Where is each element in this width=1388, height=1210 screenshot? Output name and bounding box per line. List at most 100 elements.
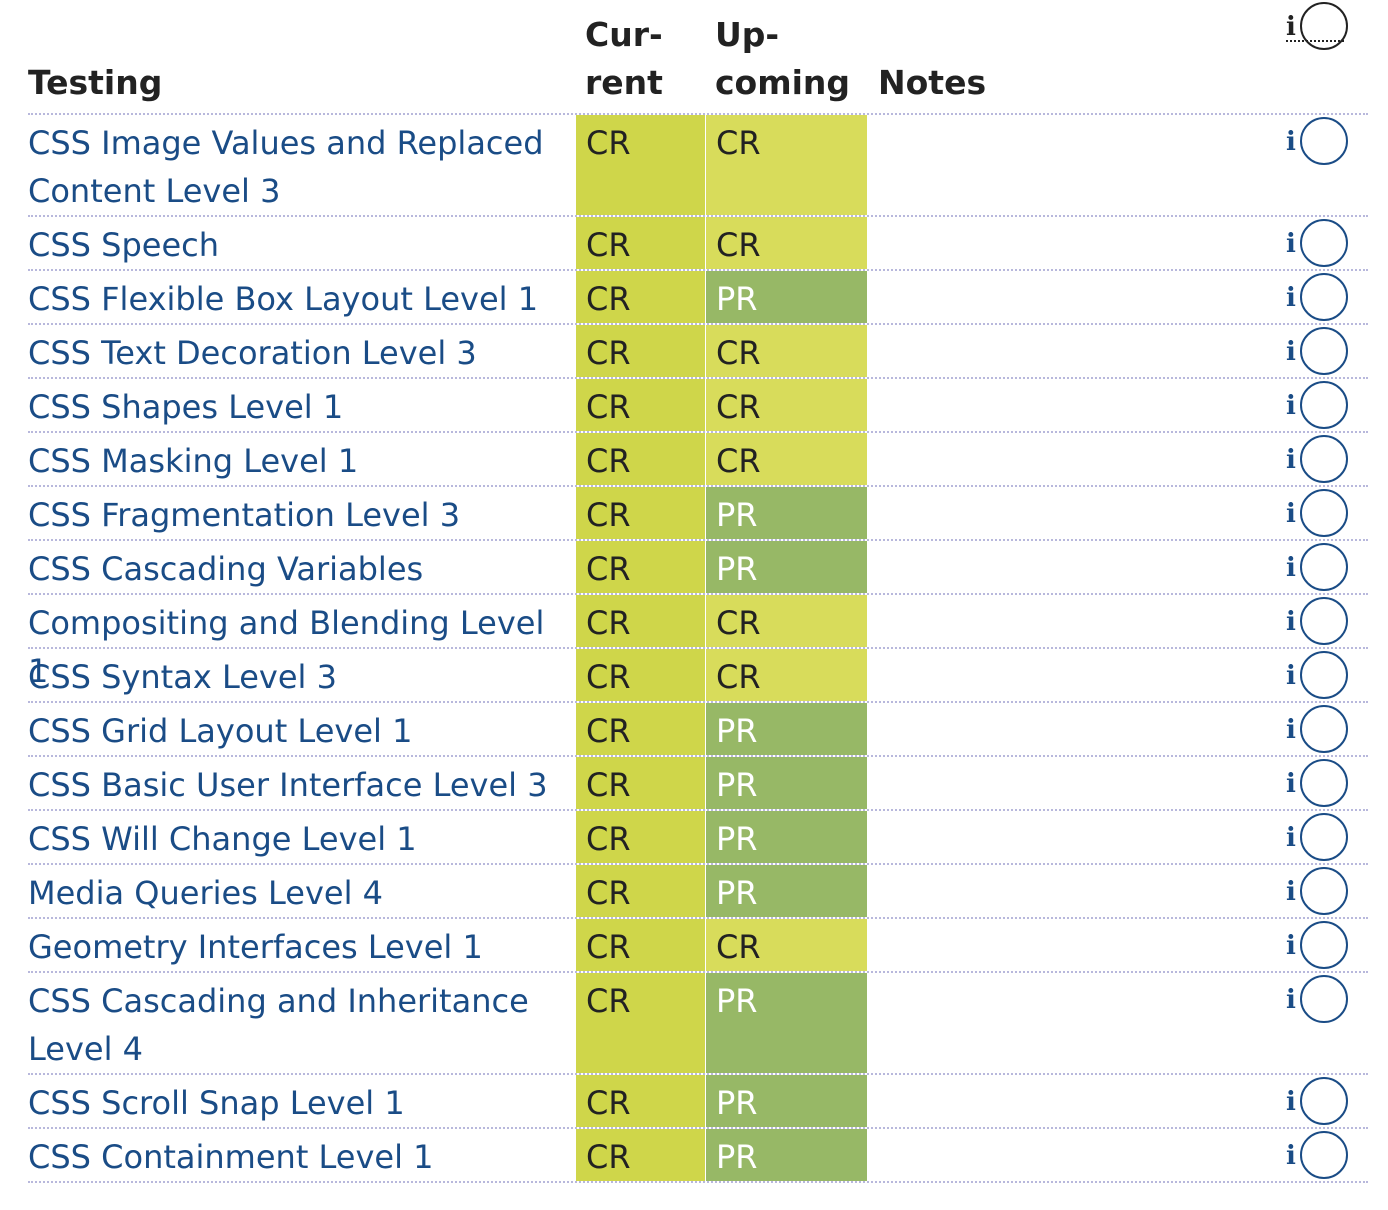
toggle-circle-icon[interactable] bbox=[1300, 435, 1348, 483]
spec-link[interactable]: CSS Basic User Interface Level 3 bbox=[28, 761, 548, 809]
info-icon: i bbox=[1286, 229, 1296, 259]
current-status-cell: CR bbox=[576, 325, 705, 377]
spec-link[interactable]: CSS Text Decoration Level 3 bbox=[28, 329, 548, 377]
info-toggle[interactable]: i bbox=[1286, 649, 1366, 699]
info-toggle[interactable]: i bbox=[1286, 919, 1366, 969]
spec-link[interactable]: CSS Speech bbox=[28, 221, 548, 269]
info-toggle[interactable]: i bbox=[1286, 541, 1366, 591]
header-info-toggle[interactable]: i bbox=[1286, 0, 1366, 50]
info-toggle[interactable]: i bbox=[1286, 487, 1366, 537]
header-testing: Testing bbox=[28, 63, 163, 102]
upcoming-status-cell: PR bbox=[706, 973, 867, 1073]
spec-link[interactable]: CSS Containment Level 1 bbox=[28, 1133, 548, 1181]
info-icon: i bbox=[1286, 877, 1296, 907]
spec-link[interactable]: CSS Fragmentation Level 3 bbox=[28, 491, 548, 539]
spec-link-line1: CSS Speech bbox=[28, 226, 220, 264]
toggle-circle-icon[interactable] bbox=[1300, 381, 1348, 429]
spec-link[interactable]: CSS Will Change Level 1 bbox=[28, 815, 548, 863]
toggle-circle-icon[interactable] bbox=[1300, 867, 1348, 915]
spec-link[interactable]: CSS Syntax Level 3 bbox=[28, 653, 548, 701]
upcoming-status-cell: CR bbox=[706, 115, 867, 215]
spec-link-line2: Content Level 3 bbox=[28, 172, 281, 210]
current-status-cell: CR bbox=[576, 649, 705, 701]
spec-link[interactable]: CSS Scroll Snap Level 1 bbox=[28, 1079, 548, 1127]
toggle-circle-icon[interactable] bbox=[1300, 759, 1348, 807]
toggle-circle-icon[interactable] bbox=[1300, 651, 1348, 699]
toggle-circle-icon[interactable] bbox=[1300, 921, 1348, 969]
upcoming-status-cell: CR bbox=[706, 595, 867, 647]
info-toggle[interactable]: i bbox=[1286, 379, 1366, 429]
current-status: CR bbox=[586, 550, 631, 588]
info-icon: i bbox=[1286, 337, 1296, 367]
upcoming-status: CR bbox=[716, 658, 761, 696]
upcoming-status-cell: CR bbox=[706, 649, 867, 701]
current-status: CR bbox=[586, 334, 631, 372]
spec-link-line1: CSS Fragmentation Level 3 bbox=[28, 496, 461, 534]
table-row: CSS Containment Level 1 CR PR i bbox=[28, 1129, 1368, 1183]
upcoming-status-cell: PR bbox=[706, 757, 867, 809]
spec-link[interactable]: CSS Cascading Variables bbox=[28, 545, 548, 593]
info-toggle[interactable]: i bbox=[1286, 115, 1366, 165]
info-toggle[interactable]: i bbox=[1286, 433, 1366, 483]
info-toggle[interactable]: i bbox=[1286, 973, 1366, 1023]
info-toggle[interactable]: i bbox=[1286, 757, 1366, 807]
spec-link[interactable]: CSS Shapes Level 1 bbox=[28, 383, 548, 431]
current-status: CR bbox=[586, 1084, 631, 1122]
current-status: CR bbox=[586, 982, 631, 1020]
info-toggle[interactable]: i bbox=[1286, 217, 1366, 267]
table-row: CSS Cascading Variables CR PR i bbox=[28, 541, 1368, 595]
table-row: CSS Cascading and Inheritance Level 4 CR PR… bbox=[28, 973, 1368, 1075]
current-status: CR bbox=[586, 658, 631, 696]
spec-link[interactable]: CSS Image Values and Replaced Content Lev… bbox=[28, 119, 548, 215]
toggle-circle-icon[interactable] bbox=[1300, 597, 1348, 645]
toggle-circle-icon[interactable] bbox=[1300, 705, 1348, 753]
upcoming-status-cell: CR bbox=[706, 379, 867, 431]
spec-link-line1: CSS Flexible Box Layout Level 1 bbox=[28, 280, 539, 318]
spec-link-line1: CSS Syntax Level 3 bbox=[28, 658, 337, 696]
info-toggle[interactable]: i bbox=[1286, 1129, 1366, 1179]
info-toggle[interactable]: i bbox=[1286, 811, 1366, 861]
spec-link[interactable]: Media Queries Level 4 bbox=[28, 869, 548, 917]
toggle-circle-icon[interactable] bbox=[1300, 489, 1348, 537]
toggle-circle-icon[interactable] bbox=[1300, 1131, 1348, 1179]
current-status-cell: CR bbox=[576, 1075, 705, 1127]
spec-link-line2: Level 4 bbox=[28, 1030, 143, 1068]
info-toggle[interactable]: i bbox=[1286, 1075, 1366, 1125]
spec-link-line1: CSS Shapes Level 1 bbox=[28, 388, 344, 426]
upcoming-status: PR bbox=[716, 766, 758, 804]
spec-link[interactable]: Geometry Interfaces Level 1 bbox=[28, 923, 548, 971]
info-toggle[interactable]: i bbox=[1286, 865, 1366, 915]
table-row: Media Queries Level 4 CR PR i bbox=[28, 865, 1368, 919]
spec-link-line1: CSS Image Values and Replaced bbox=[28, 124, 544, 162]
spec-link[interactable]: CSS Flexible Box Layout Level 1 bbox=[28, 275, 548, 323]
spec-link[interactable]: CSS Masking Level 1 bbox=[28, 437, 548, 485]
toggle-circle-icon[interactable] bbox=[1300, 543, 1348, 591]
toggle-circle-icon[interactable] bbox=[1300, 117, 1348, 165]
spec-link-line1: CSS Basic User Interface Level 3 bbox=[28, 766, 548, 804]
info-toggle[interactable]: i bbox=[1286, 703, 1366, 753]
upcoming-status-cell: CR bbox=[706, 325, 867, 377]
toggle-circle-icon[interactable] bbox=[1300, 219, 1348, 267]
info-toggle[interactable]: i bbox=[1286, 271, 1366, 321]
info-icon: i bbox=[1286, 1141, 1296, 1171]
info-toggle[interactable]: i bbox=[1286, 595, 1366, 645]
current-status-cell: CR bbox=[576, 865, 705, 917]
toggle-circle-icon[interactable] bbox=[1300, 813, 1348, 861]
table-row: CSS Scroll Snap Level 1 CR PR i bbox=[28, 1075, 1368, 1129]
toggle-circle-icon[interactable] bbox=[1300, 273, 1348, 321]
toggle-circle-icon[interactable] bbox=[1300, 2, 1348, 50]
toggle-circle-icon[interactable] bbox=[1300, 327, 1348, 375]
current-status-cell: CR bbox=[576, 217, 705, 269]
upcoming-status-cell: PR bbox=[706, 487, 867, 539]
upcoming-status: CR bbox=[716, 124, 761, 162]
toggle-circle-icon[interactable] bbox=[1300, 1077, 1348, 1125]
info-icon: i bbox=[1286, 823, 1296, 853]
spec-link-line1: CSS Cascading Variables bbox=[28, 550, 424, 588]
info-icon: i bbox=[1286, 12, 1296, 42]
spec-link[interactable]: CSS Cascading and Inheritance Level 4 bbox=[28, 977, 548, 1073]
info-toggle[interactable]: i bbox=[1286, 325, 1366, 375]
table-row: Geometry Interfaces Level 1 CR CR i bbox=[28, 919, 1368, 973]
toggle-circle-icon[interactable] bbox=[1300, 975, 1348, 1023]
spec-link[interactable]: CSS Grid Layout Level 1 bbox=[28, 707, 548, 755]
table-row: CSS Masking Level 1 CR CR i bbox=[28, 433, 1368, 487]
